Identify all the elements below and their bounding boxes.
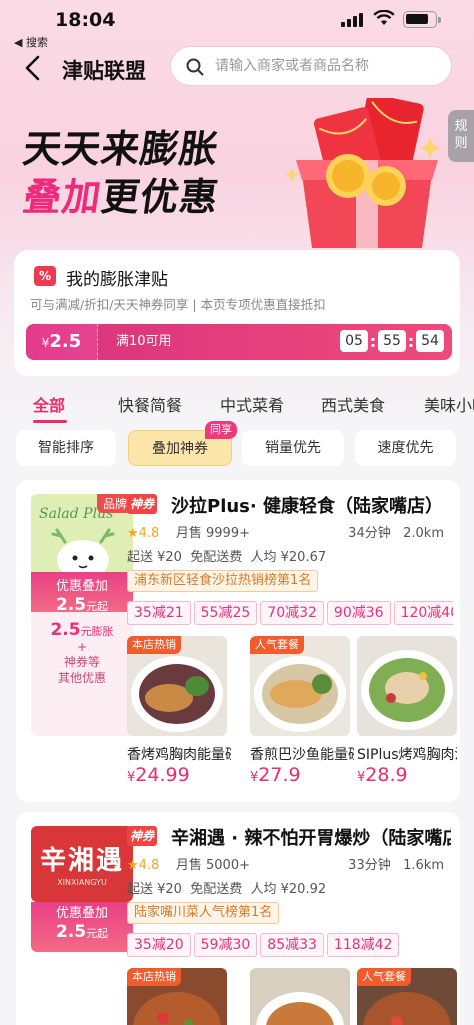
shop-card[interactable]: Salad Plus 品牌 优惠叠加 优惠叠加 2.5元起 2.5元膨胀 + 神… <box>16 480 460 802</box>
coupon-tag: 神券 <box>127 826 158 846</box>
subsidy-amount: ¥2.5 <box>26 324 98 360</box>
dish-list: 本店热销 香烤鸡胸肉能量碗 ¥24.99 人气套餐 香煎巴沙鱼能量碗 ¥27.9… <box>127 636 457 791</box>
tab-chinese[interactable]: 中式菜肴 <box>220 392 284 416</box>
countdown-seconds: 54 <box>416 330 444 352</box>
discount-tag: 59减30 <box>193 933 258 957</box>
discount-tag: 120减40 <box>393 601 453 625</box>
promo-amount: 2.5 <box>55 922 87 942</box>
cellular-signal-icon <box>341 13 363 27</box>
tab-fast-food[interactable]: 快餐简餐 <box>118 392 182 416</box>
status-bar: 18:04 <box>0 0 474 34</box>
dish-name: 香烤鸡胸肉能量碗 <box>127 747 231 763</box>
star-icon: ★ <box>127 858 139 873</box>
rank-badge: 陆家嘴川菜人气榜第1名 <box>127 902 280 924</box>
dish-image <box>357 636 457 736</box>
sort-sales[interactable]: 销量优先 <box>242 430 344 466</box>
subsidy-title: 我的膨胀津贴 <box>66 270 168 290</box>
search-input[interactable] <box>215 47 445 85</box>
search-icon <box>186 58 204 76</box>
sort-smart[interactable]: 智能排序 <box>16 430 116 466</box>
dish-price: ¥27.9 <box>250 764 301 786</box>
dish-tag: 本店热销 <box>127 968 181 986</box>
discount-tag: 35减21 <box>127 601 191 625</box>
shop-delivery-info: 起送 ¥20 免配送费 人均 ¥20.92 <box>127 882 327 897</box>
countdown-timer: 05:55:54 <box>340 330 444 354</box>
coupon-tag: 神券 <box>127 494 158 514</box>
promo-other-1: 神券等 <box>63 655 100 669</box>
discount-tag: 70减32 <box>260 601 324 625</box>
dish-tag: 人气套餐 <box>357 968 411 986</box>
discount-list: 35减2155减2570减3290减36120减40 <box>127 601 453 625</box>
subsidy-percent-icon: % <box>34 266 56 286</box>
dish-image <box>250 968 350 1025</box>
banner-subheadline: 叠加更优惠 <box>20 175 222 219</box>
active-tab-indicator <box>33 420 67 423</box>
gift-box-illustration <box>285 98 440 248</box>
shop-logo: 辛湘遇 XINXIANGYU <box>31 826 133 902</box>
logo-text: 辛湘遇 <box>39 846 124 876</box>
search-bar[interactable] <box>170 46 452 86</box>
sort-speed[interactable]: 速度优先 <box>355 430 456 466</box>
sort-options: 智能排序 叠加神券 同享 销量优先 速度优先 <box>0 421 474 466</box>
dish-tag: 本店热销 <box>127 636 181 654</box>
dish-name: 香煎巴沙鱼能量碗 <box>250 747 354 763</box>
promo-stack-header: 优惠叠加 2.5元起 <box>31 902 133 952</box>
promo-head-label: 优惠叠加 <box>55 579 108 594</box>
star-icon: ★ <box>127 526 139 541</box>
countdown-minutes: 55 <box>378 330 406 352</box>
shop-card[interactable]: 辛湘遇 XINXIANGYU 优惠叠加 2.5元起 神券 辛湘遇 · 辣不怕开胃… <box>16 812 460 1025</box>
shop-rating-sales: ★4.8 月售 9999+ <box>127 526 250 541</box>
dish-price: ¥28.9 <box>357 764 408 786</box>
subsidy-subtitle: 可与满减/折扣/天天神券同享 | 本页专项优惠直接抵扣 <box>30 297 326 312</box>
dish-list: 本店热销 人气套餐 <box>127 968 457 1025</box>
logo-subtext: XINXIANGYU <box>57 878 107 887</box>
tab-western[interactable]: 西式美食 <box>321 392 385 416</box>
discount-list: 35减20 59减30 85减33 118减42 <box>127 933 453 957</box>
sort-stack-coupon[interactable]: 叠加神券 同享 <box>128 421 237 466</box>
subsidy-coupon-bar[interactable]: ¥2.5 满10可用 05:55:54 <box>26 324 452 360</box>
rules-tab[interactable]: 规则 <box>448 110 474 162</box>
shop-name: 沙拉Plus· 健康轻食（陆家嘴店） <box>171 496 443 517</box>
discount-tag: 90减36 <box>326 601 391 625</box>
discount-tag: 85减33 <box>260 933 324 957</box>
shared-tag: 同享 <box>205 421 237 439</box>
shop-time-distance: 34分钟 2.0km <box>348 526 444 541</box>
chevron-left-icon <box>25 55 40 81</box>
status-time: 18:04 <box>55 9 116 31</box>
rank-badge: 浦东新区轻食沙拉热销榜第1名 <box>127 570 319 592</box>
subsidy-condition: 满10可用 <box>116 334 172 349</box>
dish-price: ¥24.99 <box>127 764 190 786</box>
shop-name: 辛湘遇 · 辣不怕开胃爆炒（陆家嘴店） <box>171 828 451 849</box>
discount-tag: 118减42 <box>326 933 400 957</box>
shop-rating-sales: ★4.8 月售 5000+ <box>127 858 250 873</box>
promo-stack-panel: 优惠叠加 2.5元起 2.5元膨胀 + 神券等 其他优惠 <box>31 572 133 736</box>
navigation-bar: 津贴联盟 <box>0 46 474 90</box>
tab-all[interactable]: 全部 <box>33 392 65 416</box>
battery-icon <box>403 11 441 28</box>
page-title: 津贴联盟 <box>62 59 146 83</box>
dish-name: SIPlus烤鸡胸肉沙拉 <box>357 747 457 763</box>
wifi-icon <box>373 10 395 25</box>
banner-headline: 天天来膨胀 <box>20 127 222 171</box>
shop-time-distance: 33分钟 1.6km <box>348 858 444 873</box>
discount-tag: 35减20 <box>127 933 191 957</box>
back-button[interactable] <box>18 52 48 84</box>
shop-delivery-info: 起送 ¥20 免配送费 人均 ¥20.67 <box>127 550 327 565</box>
subsidy-card: % 我的膨胀津贴 可与满减/折扣/天天神券同享 | 本页专项优惠直接抵扣 ¥2.… <box>14 250 460 376</box>
dish-tag: 人气套餐 <box>250 636 304 654</box>
promo-other-2: 其他优惠 <box>57 671 106 685</box>
tab-snacks[interactable]: 美味小吃 <box>424 392 474 416</box>
promo-expand-amount: 2.5元膨胀 <box>50 620 114 640</box>
category-tabs: 全部 快餐简餐 中式菜肴 西式美食 美味小吃 <box>0 392 474 424</box>
countdown-hours: 05 <box>340 330 368 352</box>
discount-tag: 55减25 <box>193 601 258 625</box>
